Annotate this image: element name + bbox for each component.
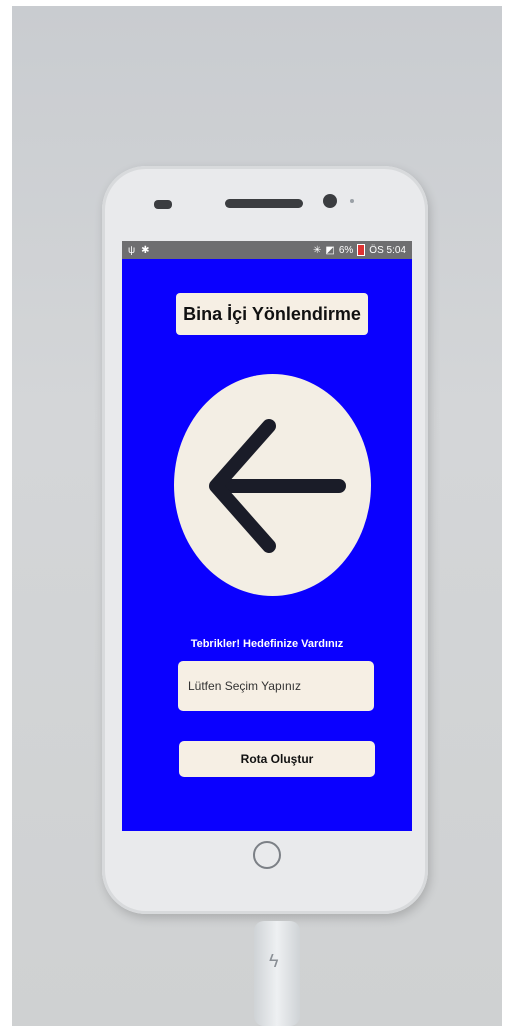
light-sensor-icon <box>350 199 354 203</box>
status-time: ÖS 5:04 <box>369 244 406 256</box>
proximity-sensor-icon <box>323 194 337 208</box>
front-camera-icon <box>154 200 172 209</box>
earpiece-speaker <box>225 199 303 208</box>
status-bar: ψ ✱ ✳ ◩ 6% ÖS 5:04 <box>122 241 412 259</box>
bluetooth-icon: ✳ <box>313 244 322 256</box>
no-signal-icon: ◩ <box>325 244 335 256</box>
home-button[interactable] <box>253 841 281 869</box>
create-route-button[interactable]: Rota Oluştur <box>179 741 375 777</box>
arrival-message: Tebrikler! Hedefinize Vardınız <box>190 638 344 650</box>
app-screen: ψ ✱ ✳ ◩ 6% ÖS 5:04 Bina İçi Yönlendirme <box>122 241 412 831</box>
phone-device: ψ ✱ ✳ ◩ 6% ÖS 5:04 Bina İçi Yönlendirme <box>102 166 428 914</box>
usb-icon: ψ <box>128 244 136 256</box>
photo-background: ψ ✱ ✳ ◩ 6% ÖS 5:04 Bina İçi Yönlendirme <box>12 6 502 1026</box>
usb-cable-plug: ϟ <box>254 921 300 1026</box>
android-icon: ✱ <box>141 244 150 256</box>
arrow-left-icon <box>209 419 346 553</box>
battery-icon <box>357 244 366 256</box>
battery-percent: 6% <box>338 244 354 256</box>
lightning-icon: ϟ <box>269 951 279 971</box>
page-title: Bina İçi Yönlendirme <box>176 293 368 335</box>
destination-select[interactable]: Lütfen Seçim Yapınız <box>178 661 374 711</box>
direction-indicator <box>174 374 371 596</box>
